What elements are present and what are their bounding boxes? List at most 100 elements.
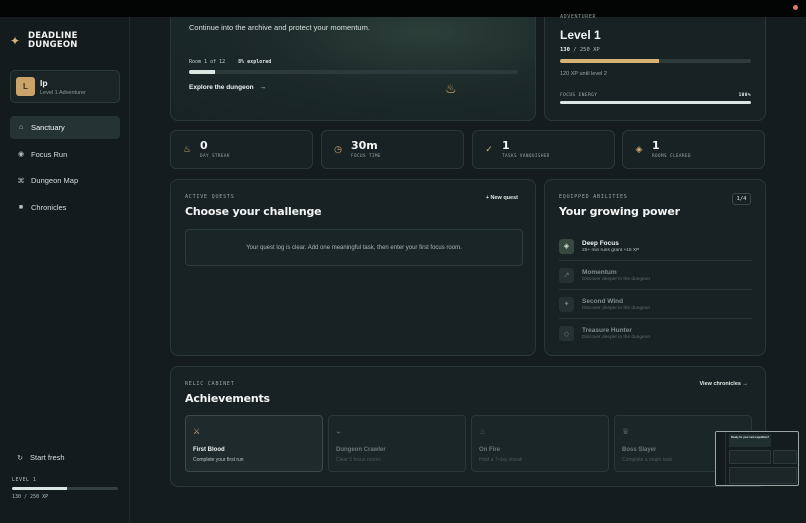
level-progress-bar	[12, 487, 118, 490]
level-label: LEVEL 1	[12, 477, 37, 483]
profile-card[interactable]: L lp Level 1 Adventurer	[10, 70, 120, 103]
new-quest-button[interactable]: + New quest	[486, 195, 518, 201]
room-text: Room 1 of 12	[189, 59, 226, 65]
explore-dungeon-label: Explore the dungeon	[189, 84, 254, 91]
achievement-name: Boss Slayer	[622, 447, 657, 453]
sparkle-icon: ✦	[559, 296, 574, 312]
ability-desc: Discover deeper in the dungeon	[582, 305, 651, 311]
achievement-dungeon-crawler[interactable]: ◒ Dungeon Crawler Clear 5 focus rooms	[328, 415, 466, 472]
abilities-card: EQUIPPED ABILITIES Your growing power 1/…	[544, 179, 766, 356]
focus-energy-bar	[560, 101, 751, 104]
stat-value: 0	[200, 139, 208, 152]
diamond-icon: ◈	[635, 144, 643, 154]
screenshot-preview-thumbnail[interactable]: Ready for your next expedition?	[715, 431, 799, 486]
arrow-right-icon: →	[259, 84, 266, 91]
stat-card-focus-time: ◷ 30m FOCUS TIME	[321, 130, 464, 169]
adventurer-card: ADVENTURER Level 1 130 / 250 XP 120 XP u…	[544, 14, 766, 121]
ability-name: Second Wind	[582, 297, 624, 305]
flame-icon: ♨	[182, 144, 192, 154]
ability-second-wind[interactable]: ✦ Second Wind Discover deeper in the dun…	[559, 290, 752, 319]
achievement-name: Dungeon Crawler	[336, 447, 386, 453]
adventurer-xp: 130 / 250 XP	[560, 47, 600, 53]
status-dot	[793, 5, 798, 10]
abilities-list: ◈ Deep Focus 25+ min runs grant +15 XP ↗…	[559, 232, 752, 348]
achievements-row: ⚔ First Blood Complete your first run ◒ …	[185, 415, 757, 472]
stat-value: 30m	[351, 139, 378, 152]
sidebar-item-label: Chronicles	[31, 202, 67, 212]
achievement-name: On Fire	[479, 447, 501, 453]
preview-card	[729, 450, 771, 464]
stat-label: TASKS VANQUISHED	[502, 154, 550, 159]
brand-name: DEADLINE DUNGEON	[28, 32, 78, 50]
room-progress-text: Room 1 of 12 8% explored	[189, 59, 271, 65]
adventurer-kicker: ADVENTURER	[560, 14, 597, 20]
focus-energy-value: 100%	[738, 93, 751, 98]
ability-name: Treasure Hunter	[582, 327, 632, 334]
brand-line-2: DUNGEON	[28, 40, 78, 50]
swords-icon: ⚔	[193, 427, 201, 436]
stat-card-rooms: ◈ 1 ROOMS CLEARED	[622, 130, 765, 169]
sidebar-item-label: Focus Run	[31, 149, 68, 159]
sidebar-item-label: Sanctuary	[31, 123, 65, 132]
stat-label: FOCUS TIME	[351, 154, 381, 159]
hero-text: Continue into the archive and protect yo…	[189, 23, 370, 32]
achievement-on-fire[interactable]: ♨ On Fire Hold a 7-day streak	[471, 415, 609, 472]
clock-icon: ◷	[334, 144, 342, 154]
check-icon: ✓	[485, 144, 493, 154]
flame-icon: ♨	[479, 427, 487, 436]
diamond-icon: ◇	[559, 326, 574, 341]
profile-subtitle: Level 1 Adventurer	[40, 89, 86, 96]
achievements-card: RELIC CABINET Achievements View chronicl…	[170, 366, 766, 487]
sidebar-item-dungeon-map[interactable]: ⌘ Dungeon Map	[10, 169, 120, 192]
stat-value: 1	[652, 139, 660, 152]
sidebar-nav: ⌂ Sanctuary ◉ Focus Run ⌘ Dungeon Map ■ …	[10, 116, 120, 222]
window-top-bar	[0, 0, 806, 17]
abilities-title: Your growing power	[559, 205, 680, 218]
explore-progress-fill	[189, 70, 216, 74]
brand-logo[interactable]: ✦ DEADLINE DUNGEON	[10, 32, 78, 50]
sidebar-item-chronicles[interactable]: ■ Chronicles	[10, 196, 120, 219]
view-chronicles-link[interactable]: View chronicles →	[699, 381, 748, 387]
ability-desc: Discover deeper in the dungeon	[582, 335, 651, 340]
explore-progress-bar	[189, 70, 518, 74]
quest-empty-state: Your quest log is clear. Add one meaning…	[185, 229, 523, 266]
book-icon: ■	[18, 203, 24, 211]
sidebar-footer: ↻ Start fresh LEVEL 1 130 / 250 XP	[10, 453, 120, 500]
focus-energy-fill	[560, 101, 751, 104]
map-icon: ⌘	[17, 177, 25, 185]
ability-treasure-hunter[interactable]: ◇ Treasure Hunter Discover deeper in the…	[559, 319, 752, 348]
stat-label: DAY STREAK	[200, 154, 230, 159]
explore-dungeon-button[interactable]: Explore the dungeon →	[189, 84, 266, 91]
ability-desc: Discover deeper in the dungeon	[582, 276, 651, 282]
profile-name: lp	[40, 77, 48, 88]
achievement-first-blood[interactable]: ⚔ First Blood Complete your first run	[185, 415, 323, 472]
adventurer-level: Level 1	[560, 28, 601, 42]
achievement-desc: Complete your first run	[193, 457, 244, 463]
ability-deep-focus[interactable]: ◈ Deep Focus 25+ min runs grant +15 XP	[559, 232, 752, 261]
start-fresh-button[interactable]: ↻ Start fresh	[10, 453, 120, 462]
stat-label: ROOMS CLEARED	[652, 154, 691, 159]
achievement-desc: Complete a major task	[622, 457, 673, 463]
target-icon: ◉	[17, 151, 25, 158]
ability-desc: 25+ min runs grant +15 XP	[582, 247, 640, 253]
ability-momentum[interactable]: ↗ Momentum Discover deeper in the dungeo…	[559, 261, 752, 290]
sparkle-icon: ✦	[10, 34, 21, 48]
hero-card: Continue into the archive and protect yo…	[170, 17, 536, 121]
arrow-icon: ↗	[559, 267, 574, 283]
ability-name: Deep Focus	[582, 239, 619, 247]
helmet-icon: ◒	[336, 427, 341, 436]
focus-energy-row: FOCUS ENERGY 100%	[560, 93, 751, 98]
preview-card	[773, 450, 797, 464]
achievement-name: First Blood	[193, 447, 225, 453]
crown-icon: ♛	[622, 427, 630, 436]
focus-energy-label: FOCUS ENERGY	[560, 93, 598, 98]
stat-card-day-streak: ♨ 0 DAY STREAK	[170, 130, 313, 169]
quests-title: Choose your challenge	[185, 205, 322, 218]
sidebar-item-sanctuary[interactable]: ⌂ Sanctuary	[10, 116, 120, 139]
gem-icon: ◈	[559, 238, 574, 254]
sidebar-item-focus-run[interactable]: ◉ Focus Run	[10, 143, 120, 166]
hot-springs-icon: ♨	[445, 81, 457, 96]
refresh-icon: ↻	[17, 454, 23, 462]
xp-progress-fill	[560, 59, 660, 63]
achievement-desc: Clear 5 focus rooms	[336, 457, 381, 463]
